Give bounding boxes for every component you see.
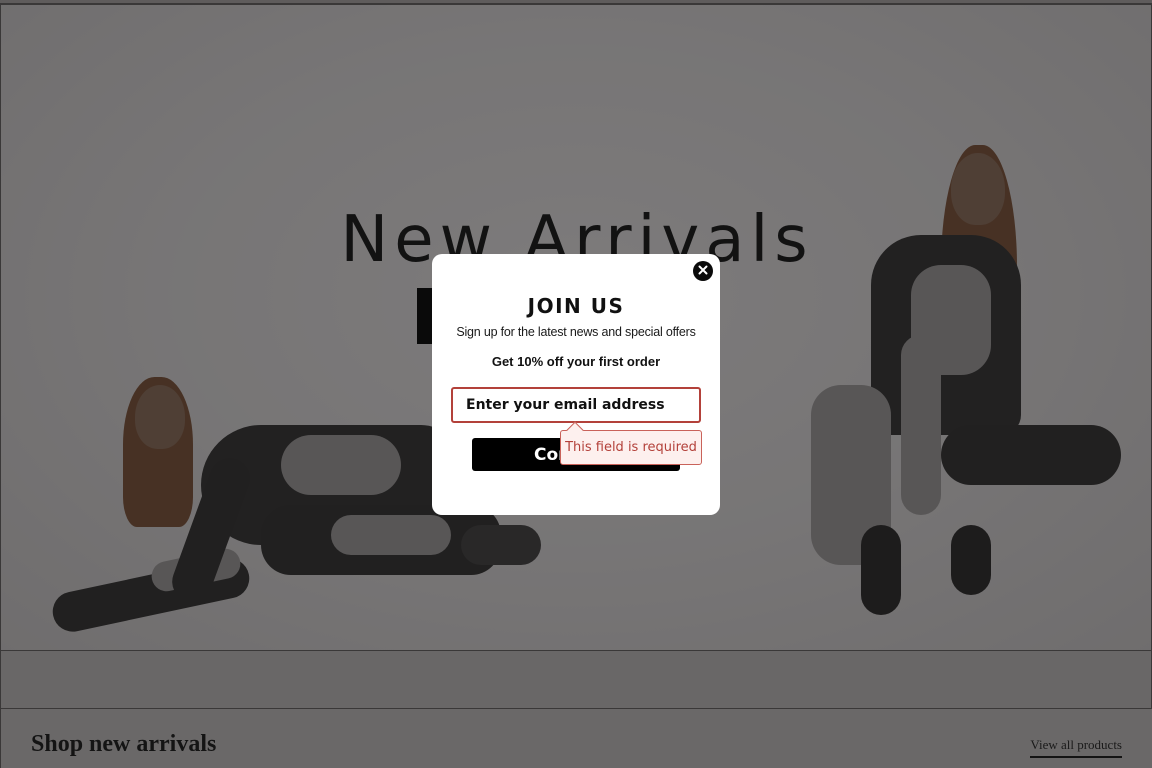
section-title: Shop new arrivals xyxy=(31,731,217,757)
popup-title: JOIN US xyxy=(527,294,625,318)
spacer-band xyxy=(0,651,1152,709)
tooltip-arrow xyxy=(566,421,584,439)
page: New Arrivals Shop new arrivals View all … xyxy=(0,0,1152,768)
email-field[interactable] xyxy=(451,387,701,423)
close-icon xyxy=(698,262,708,280)
shop-new-arrivals-section: Shop new arrivals View all products xyxy=(0,709,1152,768)
popup-subtitle: Sign up for the latest news and special … xyxy=(456,325,696,339)
newsletter-popup: JOIN US Sign up for the latest news and … xyxy=(432,254,720,515)
validation-message: This field is required xyxy=(565,440,697,455)
popup-offer: Get 10% off your first order xyxy=(491,354,661,369)
view-all-products-link[interactable]: View all products xyxy=(1030,737,1122,758)
validation-tooltip: This field is required xyxy=(560,421,702,465)
close-button[interactable] xyxy=(693,261,713,281)
